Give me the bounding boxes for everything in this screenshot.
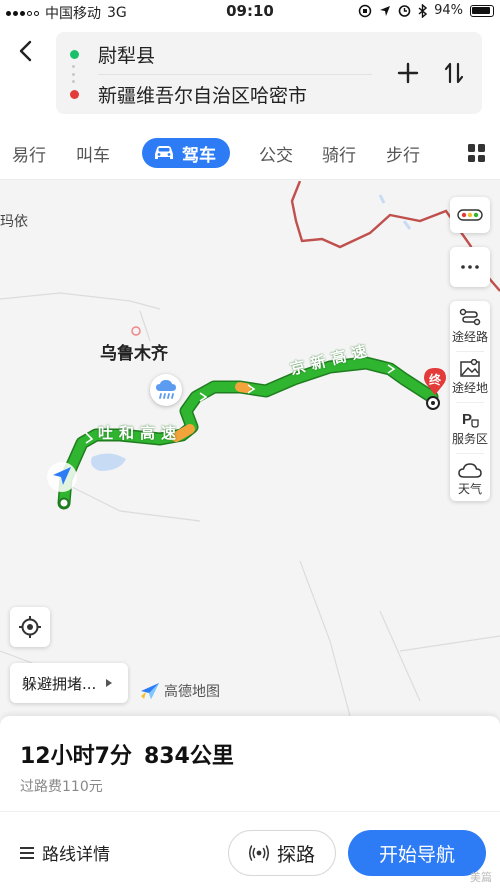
amap-logo: 高德地图 xyxy=(140,681,220,701)
avoid-congestion-button[interactable]: 躲避拥堵... xyxy=(10,663,128,703)
route-summary[interactable]: 12小时7分 834公里 xyxy=(20,738,234,770)
tab-drive[interactable]: 驾车 xyxy=(142,138,230,168)
urumqi-dot xyxy=(131,326,141,336)
road-label-tuhe: 吐和高速 xyxy=(98,424,183,442)
back-arrow-icon xyxy=(19,40,32,62)
avoid-congestion-label: 躲避拥堵... xyxy=(22,674,97,693)
plus-icon xyxy=(397,62,419,84)
cloud-icon xyxy=(458,462,482,478)
back-button[interactable] xyxy=(10,34,40,68)
tab-bus[interactable]: 公交 xyxy=(259,138,293,168)
swap-icon xyxy=(444,62,464,84)
probe-route-button[interactable]: 探路 xyxy=(228,830,336,876)
via-place-button[interactable]: 途经地 xyxy=(450,352,490,402)
map-view[interactable]: 玛依 乌鲁木齐 吐和高速 京新高速 终 途经路 途经地 P 服务区 天气 躲避拥… xyxy=(0,181,500,716)
add-waypoint-button[interactable] xyxy=(394,59,422,87)
crosshair-icon xyxy=(19,616,41,638)
alarm-icon xyxy=(398,5,411,17)
network-type: 3G xyxy=(107,5,127,21)
more-options-button[interactable] xyxy=(450,247,490,287)
list-icon xyxy=(20,846,34,859)
amap-logo-text: 高德地图 xyxy=(164,684,220,700)
destination-field[interactable]: 新疆维吾尔自治区哈密市 xyxy=(56,74,307,114)
rain-weather-icon[interactable] xyxy=(150,374,182,406)
map-canvas xyxy=(0,181,500,716)
carrier-name: 中国移动 xyxy=(45,6,101,22)
service-area-label: 服务区 xyxy=(451,431,488,446)
location-arrow-icon xyxy=(380,5,391,16)
traffic-light-icon xyxy=(457,209,483,221)
end-point-center xyxy=(431,401,435,405)
map-pin-picture-icon xyxy=(460,358,480,377)
origin-dot-icon xyxy=(70,49,79,59)
traffic-toggle-button[interactable] xyxy=(450,197,490,233)
map-label-mayi: 玛依 xyxy=(0,214,28,230)
more-dots-icon xyxy=(461,265,479,269)
route-input-box: 尉犁县 新疆维吾尔自治区哈密市 xyxy=(56,32,482,114)
route-duration: 12小时7分 xyxy=(20,744,132,769)
probe-route-label: 探路 xyxy=(276,843,315,866)
status-bar: 中国移动 3G 09:10 94% xyxy=(0,0,500,24)
locate-me-button[interactable] xyxy=(10,607,50,647)
destination-pin[interactable]: 终 xyxy=(424,368,446,396)
end-marker-text: 终 xyxy=(428,373,441,387)
lake-shape xyxy=(91,453,126,471)
tab-bike[interactable]: 骑行 xyxy=(322,138,356,168)
tab-taxi[interactable]: 叫车 xyxy=(76,138,110,168)
route-header: 尉犁县 新疆维吾尔自治区哈密市 xyxy=(0,24,500,124)
waypoint-road-button[interactable]: 途经路 xyxy=(450,301,490,351)
expand-triangle-icon xyxy=(106,679,113,687)
status-right: 94% xyxy=(358,3,494,18)
car-icon xyxy=(155,146,173,159)
toll-fee: 过路费110元 xyxy=(20,779,103,795)
origin-field[interactable]: 尉犁县 xyxy=(56,34,155,74)
amap-logo-icon xyxy=(141,683,159,699)
orientation-lock-icon xyxy=(358,4,372,17)
status-left: 中国移动 3G xyxy=(6,3,127,23)
destination-text: 新疆维吾尔自治区哈密市 xyxy=(98,84,308,107)
destination-dot-icon xyxy=(70,89,79,99)
bluetooth-icon xyxy=(418,3,428,18)
waypoint-road-label: 途经路 xyxy=(451,329,488,344)
swap-route-button[interactable] xyxy=(440,59,468,87)
tab-easy-trip[interactable]: 易行 xyxy=(12,138,46,168)
congestion-segment-2 xyxy=(235,382,251,393)
tab-walk[interactable]: 步行 xyxy=(386,138,420,168)
tab-drive-label: 驾车 xyxy=(182,145,216,166)
river-2 xyxy=(378,194,386,204)
svg-text:P: P xyxy=(462,411,472,428)
route-details-button[interactable]: 路线详情 xyxy=(20,840,110,865)
transport-mode-tabs: 易行 叫车 驾车 公交 骑行 步行 xyxy=(0,124,500,180)
route-details-label: 路线详情 xyxy=(42,845,110,865)
weather-label: 天气 xyxy=(457,481,482,496)
signal-icon xyxy=(6,10,39,16)
more-modes-grid-icon[interactable] xyxy=(468,144,486,162)
start-navigation-button[interactable]: 开始导航 xyxy=(348,830,486,876)
parking-cup-icon: P xyxy=(462,411,479,428)
route-distance: 834公里 xyxy=(143,744,234,769)
battery-percent: 94% xyxy=(434,3,463,18)
district-lines xyxy=(0,292,500,716)
river-1 xyxy=(402,220,412,230)
broadcast-icon xyxy=(248,845,269,861)
origin-text: 尉犁县 xyxy=(98,44,156,67)
service-area-button[interactable]: P 服务区 xyxy=(450,403,490,453)
route-start-dot xyxy=(58,497,70,509)
route-summary-panel: 12小时7分 834公里 过路费110元 路线详情 探路 开始导航 美篇 xyxy=(0,716,500,889)
road-route-icon xyxy=(459,308,481,325)
current-location-arrow-icon xyxy=(47,462,77,492)
map-layer-controls: 途经路 途经地 P 服务区 天气 xyxy=(450,301,490,501)
weather-button[interactable]: 天气 xyxy=(450,454,490,504)
map-label-urumqi: 乌鲁木齐 xyxy=(100,344,168,364)
battery-icon xyxy=(470,4,494,17)
via-place-label: 途经地 xyxy=(451,380,488,395)
watermark-text: 美篇 xyxy=(470,871,492,884)
